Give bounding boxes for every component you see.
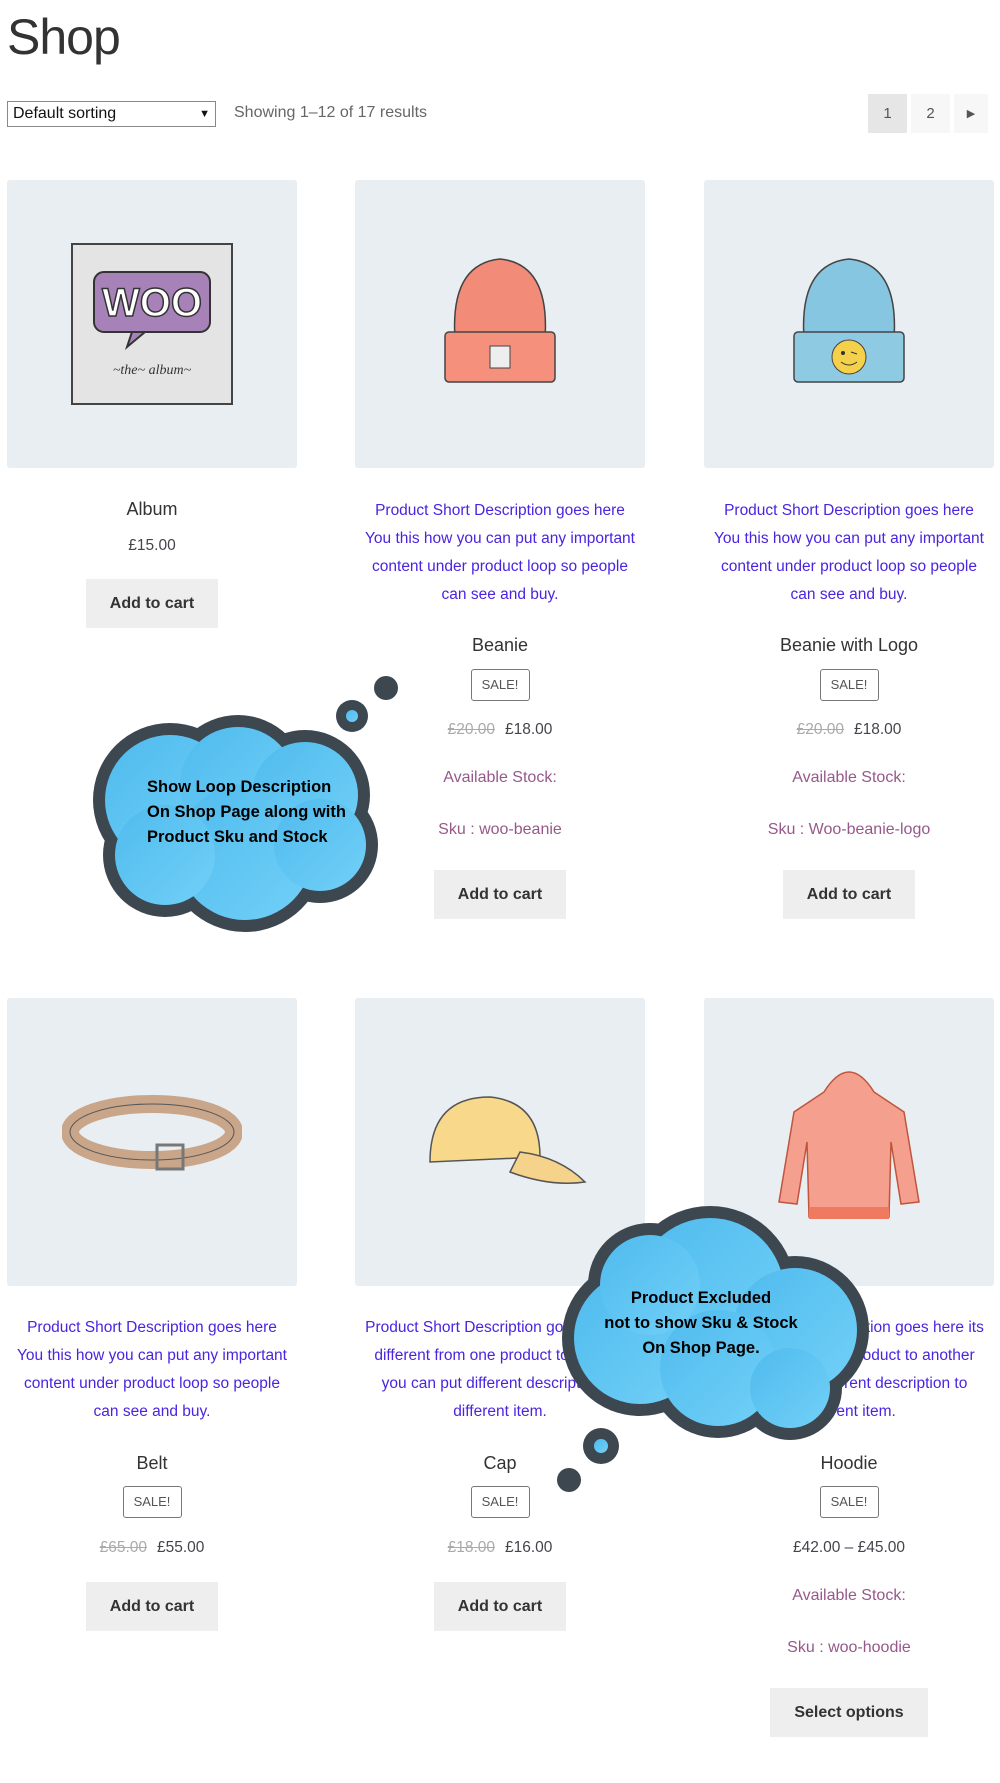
thought-bubbles	[93, 676, 869, 1492]
callout-text-1: Show Loop Description On Shop Page along …	[147, 778, 346, 846]
callout-text-2: Product Excluded not to show Sku & Stock O…	[604, 1289, 798, 1357]
